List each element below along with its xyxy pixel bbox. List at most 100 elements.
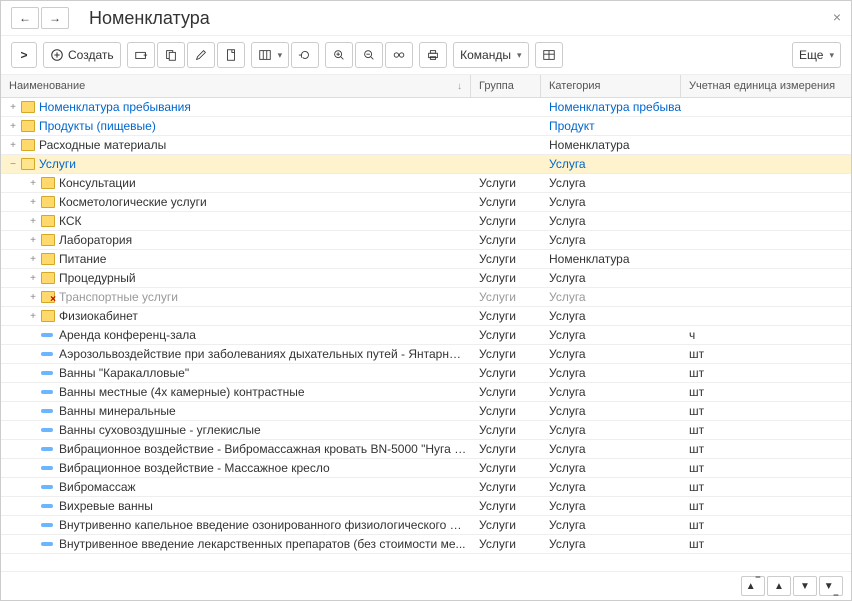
expand-toggle[interactable]: − — [7, 158, 19, 170]
table-row[interactable]: +ФизиокабинетУслугиУслуга — [1, 307, 851, 326]
expand-toggle[interactable]: + — [7, 139, 19, 151]
print-button[interactable] — [419, 42, 447, 68]
expand-toggle[interactable]: + — [27, 234, 39, 246]
folder-icon — [41, 196, 55, 208]
row-unit: шт — [681, 460, 851, 476]
table-row[interactable]: +Продукты (пищевые)Продукт — [1, 117, 851, 136]
row-unit: ч — [681, 327, 851, 343]
close-icon[interactable]: × — [833, 9, 841, 25]
scroll-bottom-button[interactable]: ▼▁ — [819, 576, 843, 596]
expand-toggle[interactable]: + — [27, 272, 39, 284]
row-unit: шт — [681, 536, 851, 552]
table-row[interactable]: Ванны "Каракалловые"УслугиУслугашт — [1, 364, 851, 383]
table-row[interactable]: +ПитаниеУслугиНоменклатура — [1, 250, 851, 269]
table-row[interactable]: Вихревые ванныУслугиУслугашт — [1, 497, 851, 516]
expand-toggle — [27, 329, 39, 341]
link-icon — [392, 48, 406, 62]
row-group — [471, 144, 541, 146]
expand-toggle — [27, 519, 39, 531]
row-category: Услуга — [541, 517, 681, 533]
expand-toggle[interactable]: + — [27, 196, 39, 208]
grid-body[interactable]: +Номенклатура пребыванияНоменклатура пре… — [1, 98, 851, 571]
edit-button[interactable] — [187, 42, 215, 68]
commands-button[interactable]: Команды▾ — [453, 42, 528, 68]
item-icon — [41, 466, 53, 470]
more-button[interactable]: Еще▾ — [792, 42, 841, 68]
row-category: Номенклатура — [541, 251, 681, 267]
folder-icon — [21, 101, 35, 113]
table-row[interactable]: Вибрационное воздействие - Массажное кре… — [1, 459, 851, 478]
expand-toggle[interactable]: + — [27, 310, 39, 322]
sort-asc-icon: ↓ — [457, 81, 462, 92]
document-icon — [224, 48, 238, 62]
row-unit: шт — [681, 365, 851, 381]
table-row[interactable]: +ПроцедурныйУслугиУслуга — [1, 269, 851, 288]
row-category: Номенклатура — [541, 137, 681, 153]
row-category: Услуга — [541, 308, 681, 324]
table-row[interactable]: −УслугиУслуга — [1, 155, 851, 174]
copy-button[interactable] — [157, 42, 185, 68]
row-category: Услуга — [541, 327, 681, 343]
expand-toggle[interactable]: + — [27, 291, 39, 303]
row-category: Услуга — [541, 422, 681, 438]
row-name: Вибромассаж — [59, 480, 136, 494]
expand-toggle[interactable]: + — [27, 253, 39, 265]
table-row[interactable]: +Номенклатура пребыванияНоменклатура пре… — [1, 98, 851, 117]
expand-toggle[interactable]: + — [27, 215, 39, 227]
column-header-unit[interactable]: Учетная единица измерения — [681, 75, 851, 97]
table-row[interactable]: +Косметологические услугиУслугиУслуга — [1, 193, 851, 212]
expand-button[interactable]: > — [11, 42, 37, 68]
layout-button[interactable] — [535, 42, 563, 68]
grid-icon — [542, 48, 556, 62]
table-row[interactable]: +КСКУслугиУслуга — [1, 212, 851, 231]
zoom-in-icon — [332, 48, 346, 62]
column-header-group[interactable]: Группа — [471, 75, 541, 97]
expand-toggle — [27, 500, 39, 512]
link-button[interactable] — [385, 42, 413, 68]
column-header-name[interactable]: Наименование ↓ — [1, 75, 471, 97]
table-row[interactable]: Вибрационное воздействие - Вибромассажна… — [1, 440, 851, 459]
row-category: Услуга — [541, 156, 681, 172]
zoom-in-button[interactable] — [325, 42, 353, 68]
row-group: Услуги — [471, 251, 541, 267]
row-name: Внутривенное введение лекарственных преп… — [59, 537, 466, 551]
column-header-category[interactable]: Категория — [541, 75, 681, 97]
table-row[interactable]: Аэрозольвоздействие при заболеваниях дых… — [1, 345, 851, 364]
columns-button[interactable]: ▾ — [251, 42, 290, 68]
item-icon — [41, 390, 53, 394]
expand-toggle[interactable]: + — [27, 177, 39, 189]
row-name: Вихревые ванны — [59, 499, 153, 513]
row-category: Услуга — [541, 498, 681, 514]
table-row[interactable]: +ЛабораторияУслугиУслуга — [1, 231, 851, 250]
table-row[interactable]: +Транспортные услугиУслугиУслуга — [1, 288, 851, 307]
nav-forward-button[interactable]: → — [41, 7, 69, 29]
scroll-down-button[interactable]: ▼ — [793, 576, 817, 596]
scroll-up-button[interactable]: ▲ — [767, 576, 791, 596]
row-category: Услуга — [541, 270, 681, 286]
row-group: Услуги — [471, 403, 541, 419]
table-row[interactable]: Ванны местные (4х камерные) контрастныеУ… — [1, 383, 851, 402]
table-row[interactable]: Ванны минеральныеУслугиУслугашт — [1, 402, 851, 421]
table-row[interactable]: ВибромассажУслугиУслугашт — [1, 478, 851, 497]
expand-toggle[interactable]: + — [7, 120, 19, 132]
row-category: Услуга — [541, 536, 681, 552]
table-row[interactable]: Внутривенное введение лекарственных преп… — [1, 535, 851, 554]
table-row[interactable]: Аренда конференц-залаУслугиУслугач — [1, 326, 851, 345]
refresh-button[interactable] — [291, 42, 319, 68]
create-button[interactable]: Создать — [43, 42, 121, 68]
row-unit — [681, 201, 851, 203]
table-row[interactable]: Внутривенно капельное введение озонирова… — [1, 516, 851, 535]
row-group: Услуги — [471, 479, 541, 495]
scroll-top-button[interactable]: ▲▔ — [741, 576, 765, 596]
mark-delete-button[interactable] — [217, 42, 245, 68]
expand-toggle[interactable]: + — [7, 101, 19, 113]
table-row[interactable]: +КонсультацииУслугиУслуга — [1, 174, 851, 193]
table-row[interactable]: +Расходные материалыНоменклатура — [1, 136, 851, 155]
row-name: Вибрационное воздействие - Вибромассажна… — [59, 442, 467, 456]
zoom-out-button[interactable] — [355, 42, 383, 68]
new-folder-button[interactable] — [127, 42, 155, 68]
row-group: Услуги — [471, 460, 541, 476]
row-group: Услуги — [471, 498, 541, 514]
nav-back-button[interactable]: ← — [11, 7, 39, 29]
table-row[interactable]: Ванны суховоздушные - углекислыеУслугиУс… — [1, 421, 851, 440]
